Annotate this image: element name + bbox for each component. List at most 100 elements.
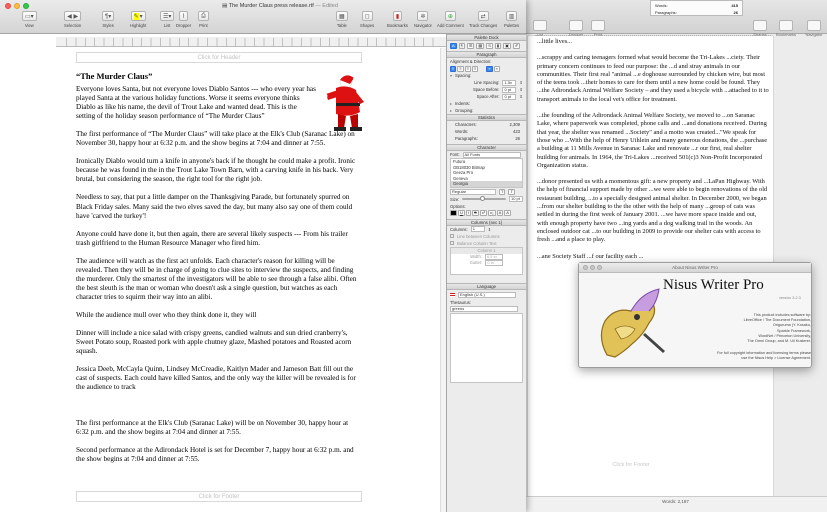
close-window-button[interactable] xyxy=(5,3,11,9)
statistics-section-header[interactable]: Statistics xyxy=(447,114,526,121)
disclosure-closed-icon[interactable]: ▸ xyxy=(450,101,452,106)
style-tool-icon[interactable]: S xyxy=(486,43,493,49)
title-bar[interactable]: ▤ The Murder Claus press release.rtf — E… xyxy=(0,0,526,34)
thesaurus-results[interactable] xyxy=(450,312,523,383)
toolbar-bookmarks[interactable]: ▮ Bookmarks xyxy=(387,11,408,33)
paragraph-section-header[interactable]: Paragraph xyxy=(447,51,526,58)
background-document-window[interactable]: List Dropper Print Shapes Bookmarks Navi… xyxy=(522,0,827,512)
santa-image[interactable] xyxy=(316,72,368,136)
toolbar-shapes[interactable]: ◻ Shapes xyxy=(360,11,374,33)
styles-icon[interactable]: ¶▾ xyxy=(102,11,115,21)
footer-placeholder[interactable]: Click for Footer xyxy=(76,491,362,502)
header-placeholder[interactable]: Click for Header xyxy=(76,52,362,63)
disclosure-open-icon[interactable]: ▾ xyxy=(450,73,452,78)
font-list[interactable]: Futura GB18030 Bitmap Geeza Pro Geneva G… xyxy=(450,158,523,188)
align-center-icon[interactable]: ≡ xyxy=(457,65,464,72)
indents-row[interactable]: ▸ Indents: xyxy=(447,100,526,107)
track-changes-icon[interactable]: ⇄ xyxy=(477,11,489,21)
palette-dock[interactable]: Palette Dock A ¶ ☰ ▦ S ▮ ▣ ✐ Paragraph A… xyxy=(446,34,526,512)
italic-icon[interactable]: I xyxy=(465,210,472,217)
palettes-icon[interactable]: ▥ xyxy=(505,11,518,21)
minimize-icon[interactable] xyxy=(590,265,595,270)
font-style-select[interactable]: Regular xyxy=(450,189,496,196)
dropper-icon[interactable]: ⌇ xyxy=(179,11,189,21)
outline-icon[interactable]: A xyxy=(504,210,511,217)
rtl-direction-icon[interactable]: « xyxy=(493,65,500,72)
size-slider-knob[interactable] xyxy=(479,196,485,202)
table-icon[interactable]: ▦ xyxy=(336,11,348,21)
thesaurus-input[interactable]: greens xyxy=(450,306,518,313)
cursor-tool-icon[interactable]: ✐ xyxy=(512,43,521,49)
font-size-up-icon[interactable]: T xyxy=(499,189,506,196)
toolbar-list[interactable]: ☰▾ List xyxy=(160,11,175,33)
toolbar-palettes[interactable]: ▥ Palettes xyxy=(504,11,519,33)
about-dialog[interactable]: About Nisus Writer Pro Nisus Writer Pro … xyxy=(578,262,812,368)
columns-count-field[interactable]: 1 xyxy=(470,226,485,233)
main-document-window[interactable]: ▤ The Murder Claus press release.rtf — E… xyxy=(0,0,526,512)
spacing-label-row[interactable]: ▾ Spacing: xyxy=(447,72,526,79)
toolbar-highlight[interactable]: ✎ ▾ Highlight xyxy=(130,11,146,33)
background-document-text[interactable]: ...little lives... ...scrappy and caring… xyxy=(537,38,769,269)
view-icon[interactable]: ▭▾ xyxy=(22,11,37,21)
grouping-row[interactable]: ▸ Grouping: xyxy=(447,107,526,114)
size-field[interactable]: 10 pt xyxy=(509,196,523,203)
minimize-window-button[interactable] xyxy=(14,3,20,9)
strikethrough-icon[interactable]: S xyxy=(472,210,479,217)
bookmark-icon[interactable]: ▮ xyxy=(392,11,403,21)
zoom-icon[interactable] xyxy=(597,265,602,270)
bg-toolbar-navigator[interactable]: Navigator xyxy=(805,20,823,38)
columns-section-header[interactable]: Columns (sec 1) xyxy=(447,218,526,226)
align-left-icon[interactable]: ≡ xyxy=(450,65,457,72)
about-title-bar[interactable]: About Nisus Writer Pro xyxy=(579,263,811,273)
language-select[interactable]: English (U.S.) xyxy=(458,292,516,299)
column-gutter-field[interactable]: 0 in xyxy=(485,259,504,266)
text-color-swatch[interactable] xyxy=(450,210,457,217)
toolbar-add-comment[interactable]: ⊕ Add Comment xyxy=(437,11,464,33)
space-before-field[interactable]: 0 pt xyxy=(502,86,517,93)
ltr-direction-icon[interactable]: » xyxy=(486,65,493,72)
toolbar-selection[interactable]: ◀ ▶ Selection xyxy=(64,11,81,33)
toolbar-print[interactable]: ⎙ Print xyxy=(198,11,209,33)
selection-icon[interactable]: ◀ ▶ xyxy=(64,11,82,21)
align-right-icon[interactable]: ≡ xyxy=(464,65,472,72)
shapes-icon[interactable]: ◻ xyxy=(361,11,373,21)
font-collection-select[interactable]: All Fonts xyxy=(462,151,521,158)
stepper-icon[interactable]: ⇕ xyxy=(519,80,523,85)
highlight-icon[interactable]: ✎ ▾ xyxy=(130,11,146,21)
ruler-ticks[interactable] xyxy=(66,38,440,46)
toolbar-dropper[interactable]: ⌇ Dropper xyxy=(176,11,191,33)
add-comment-icon[interactable]: ⊕ xyxy=(444,11,456,21)
list-icon[interactable]: ☰▾ xyxy=(160,11,175,21)
toolbar-styles[interactable]: ¶▾ Styles xyxy=(102,11,115,33)
line-spacing-field[interactable]: 1.5x xyxy=(502,79,517,86)
superscript-icon[interactable]: x² xyxy=(479,210,488,217)
shadow-icon[interactable]: A xyxy=(496,210,504,217)
space-after-field[interactable]: 0 pt xyxy=(502,93,517,100)
paragraph-tool-icon[interactable]: ¶ xyxy=(458,43,465,49)
balance-row[interactable]: Balance Column Text xyxy=(447,240,526,247)
print-icon[interactable]: ⎙ xyxy=(198,11,209,21)
stepper-icon[interactable]: ⇕ xyxy=(519,87,523,92)
text-tool-icon[interactable]: A xyxy=(450,43,457,49)
zoom-window-button[interactable] xyxy=(23,3,29,9)
stepper-icon[interactable]: ⇕ xyxy=(519,94,523,99)
bookmark-tool-icon[interactable]: ▮ xyxy=(494,43,502,49)
align-justify-icon[interactable]: ≡ xyxy=(472,65,479,72)
toolbar-table[interactable]: ▦ Table xyxy=(336,11,348,33)
image-tool-icon[interactable]: ▣ xyxy=(503,43,511,49)
line-between-row[interactable]: Line between Columns xyxy=(447,233,526,240)
navigator-icon[interactable]: ✲ xyxy=(417,11,429,21)
font-list-item-selected[interactable]: Georgia xyxy=(451,181,522,187)
close-icon[interactable] xyxy=(583,265,588,270)
language-section-header[interactable]: Language xyxy=(447,282,526,290)
toolbar-view[interactable]: ▭▾ View xyxy=(22,11,37,33)
about-window-controls[interactable] xyxy=(583,265,602,270)
toolbar-track-changes[interactable]: ⇄ Track Changes xyxy=(469,11,497,33)
list-tool-icon[interactable]: ☰ xyxy=(466,43,475,49)
font-size-down-icon[interactable]: T xyxy=(508,189,515,196)
checkbox-icon[interactable] xyxy=(450,234,454,239)
size-slider[interactable] xyxy=(462,196,506,202)
subscript-icon[interactable]: x₂ xyxy=(488,210,496,217)
stepper-icon[interactable]: ⇕ xyxy=(488,227,492,232)
bg-toolbar-bookmarks[interactable]: Bookmarks xyxy=(776,20,796,38)
